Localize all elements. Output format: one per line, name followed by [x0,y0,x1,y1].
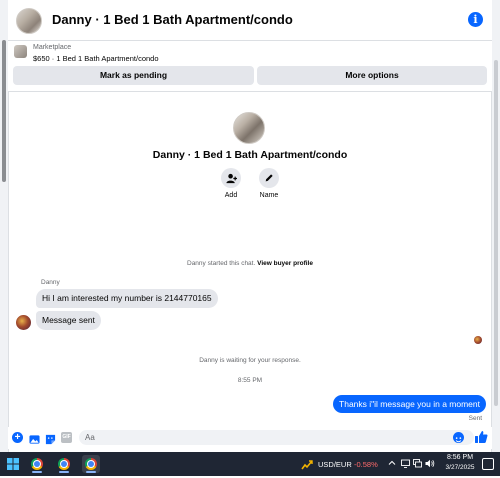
conversation-avatar[interactable] [16,8,42,34]
emoji-icon[interactable] [453,432,464,443]
stock-chart-icon[interactable] [301,458,313,470]
sent-status: Sent [468,415,482,422]
chevron-up-icon[interactable] [388,459,396,469]
photo-icon[interactable] [29,432,40,444]
thumbs-up-icon[interactable] [474,430,488,444]
volume-icon[interactable] [425,459,435,470]
clock-time[interactable]: 8:56 PM [440,454,480,461]
currency-pair[interactable]: USD/EUR [318,460,352,469]
listing-panel: Marketplace $650 · 1 Bed 1 Bath Apartmen… [8,41,492,92]
display-icon[interactable] [401,459,410,470]
message-input[interactable] [79,430,474,445]
mark-as-pending-button[interactable]: Mark as pending [13,66,254,85]
chrome-profile-icon[interactable] [82,455,100,473]
right-scroll-track[interactable] [491,0,500,452]
clock-date[interactable]: 3/27/2025 [440,464,480,471]
seen-indicator-avatar [474,336,482,344]
name-action-label: Name [259,192,279,199]
more-options-button[interactable]: More options [257,66,487,85]
add-action-label: Add [224,192,238,199]
name-action[interactable]: Name [249,168,289,199]
pencil-icon[interactable] [259,168,279,188]
chat-header: Danny · 1 Bed 1 Bath Apartment/condo i [8,0,492,41]
listing-thumbnail[interactable] [14,45,27,58]
chat-started-notice: Danny started this chat. View buyer prof… [0,260,500,267]
windows-taskbar: USD/EUR -0.58% 8:56 PM 3/27/2025 [0,452,500,476]
chrome-icon[interactable] [55,455,73,473]
info-icon[interactable]: i [468,12,483,27]
view-buyer-profile-link[interactable]: View buyer profile [257,260,313,267]
network-icon[interactable] [413,459,422,470]
profile-avatar[interactable] [233,112,265,144]
notification-icon[interactable] [482,458,494,470]
gif-icon[interactable]: GIF [61,432,72,443]
messenger-window: Danny · 1 Bed 1 Bath Apartment/condo i M… [0,0,500,476]
listing-price-title[interactable]: $650 · 1 Bed 1 Bath Apartment/condo [33,54,159,63]
currency-change: -0.58% [354,460,378,469]
sender-avatar[interactable] [16,315,31,330]
message-timestamp: 8:55 PM [237,377,263,384]
plus-icon[interactable]: + [12,432,23,443]
start-icon[interactable] [4,455,22,473]
incoming-message[interactable]: Message sent [36,311,101,330]
profile-name: Danny · 1 Bed 1 Bath Apartment/condo [152,149,348,161]
conversation-title[interactable]: Danny · 1 Bed 1 Bath Apartment/condo [52,12,293,27]
right-scrollbar-thumb[interactable] [494,60,498,406]
chrome-icon[interactable] [28,455,46,473]
outgoing-message[interactable]: Thanks i"il message you in a moment [333,395,486,413]
composer-bar: + GIF [8,427,492,449]
sender-name: Danny [41,279,60,286]
listing-source-label: Marketplace [33,44,72,51]
add-person-icon[interactable] [221,168,241,188]
add-action[interactable]: Add [211,168,251,199]
incoming-message[interactable]: Hi I am interested my number is 21447701… [36,289,218,308]
sticker-icon[interactable] [45,432,56,445]
waiting-notice: Danny is waiting for your response. [199,357,301,364]
chat-started-text: Danny started this chat. [187,260,256,267]
